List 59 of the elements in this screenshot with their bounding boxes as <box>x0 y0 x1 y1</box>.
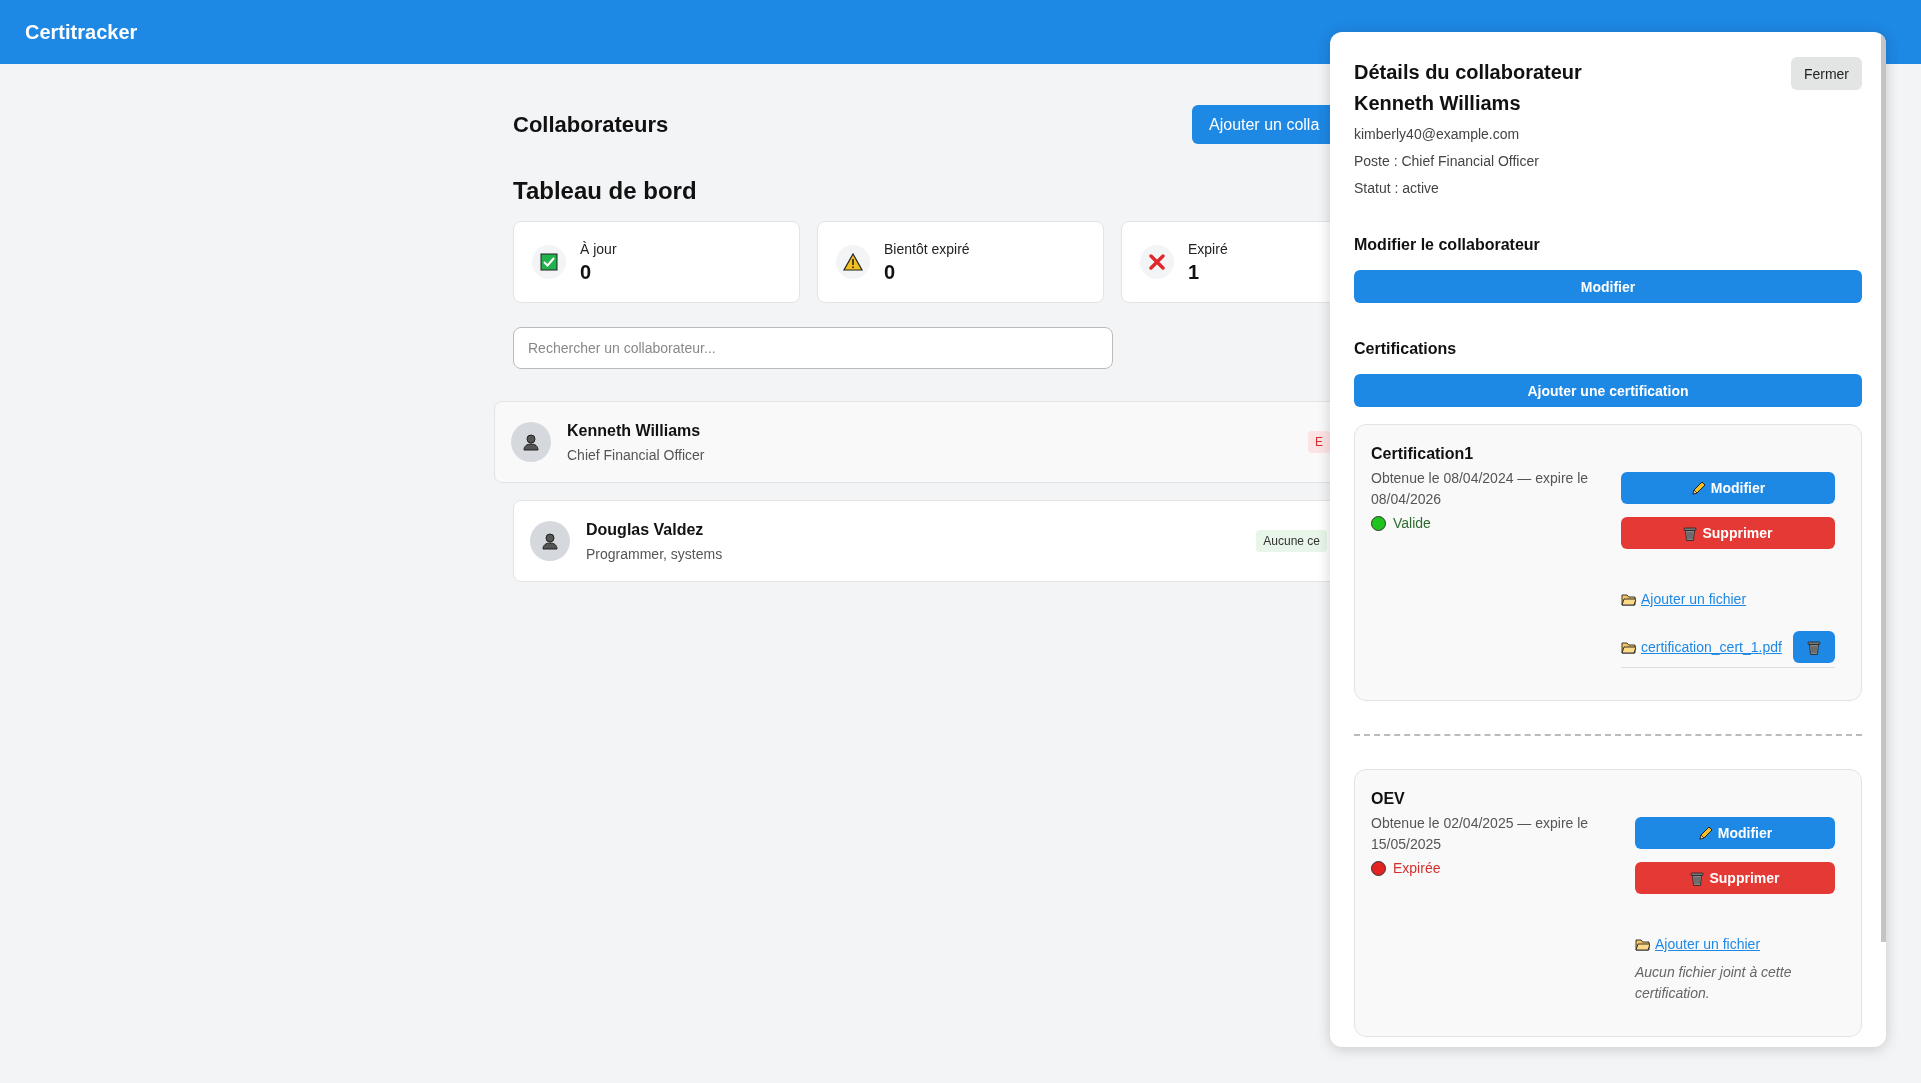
check-icon <box>540 253 558 271</box>
pencil-icon <box>1697 825 1713 841</box>
certification-name: Certification1 <box>1371 445 1475 463</box>
trash-icon <box>1690 870 1705 886</box>
person-icon <box>522 433 540 451</box>
certification-name: OEV <box>1371 790 1406 808</box>
stat-value: 0 <box>884 260 897 284</box>
collaborator-name: Kenneth Williams <box>1354 92 1522 115</box>
collaborator-name: Douglas Valdez <box>586 520 705 539</box>
certification-dates: Obtenue le 08/04/2024 — expire le 08/04/2026 <box>1371 469 1590 509</box>
add-file-link[interactable]: Ajouter un fichier <box>1635 936 1835 952</box>
add-certification-button[interactable]: Ajouter une certification <box>1354 374 1862 407</box>
folder-icon <box>1621 592 1636 606</box>
empty-files-note: Aucun fichier joint à cette certification. <box>1635 963 1793 1003</box>
person-icon <box>541 532 559 550</box>
status-label: Expirée <box>1393 860 1441 876</box>
trash-icon <box>1683 525 1698 541</box>
stat-label: Expiré <box>1188 240 1228 257</box>
delete-button[interactable]: Supprimer <box>1635 862 1835 894</box>
warning-icon <box>843 253 863 271</box>
status-badge: Aucune ce <box>1256 530 1327 552</box>
dashboard-title: Tableau de bord <box>513 177 698 205</box>
collaborator-name: Kenneth Williams <box>567 421 702 440</box>
status-dot <box>1371 515 1386 531</box>
collaborator-status: Statut : active <box>1354 180 1440 196</box>
collaborator-role: Programmer, systems <box>586 545 723 562</box>
status-label: Valide <box>1393 515 1431 531</box>
stat-value: 1 <box>1188 260 1201 284</box>
collaborator-row[interactable]: Kenneth Williams Chief Financial Officer E <box>494 401 1330 483</box>
status-dot <box>1371 860 1386 876</box>
stat-value: 0 <box>580 260 593 284</box>
close-button[interactable]: Fermer <box>1790 57 1862 90</box>
section-title: Certifications <box>1354 340 1458 358</box>
add-collaborator-button[interactable]: Ajouter un colla <box>1192 105 1330 144</box>
collaborator-row[interactable]: Douglas Valdez Programmer, systems Aucune ce <box>513 500 1330 582</box>
panel-title: Détails du collaborateur <box>1354 61 1582 84</box>
trash-icon <box>1807 639 1821 655</box>
edit-button[interactable]: Modifier <box>1635 817 1835 849</box>
folder-icon <box>1621 640 1636 654</box>
file-link[interactable]: certification_cert_1.pdf <box>1621 639 1782 655</box>
status-badge: E <box>1308 431 1330 453</box>
app-title: Certitracker <box>25 20 138 44</box>
edit-collaborator-button[interactable]: Modifier <box>1354 270 1862 303</box>
folder-icon <box>1635 937 1650 951</box>
certification-dates: Obtenue le 02/04/2025 — expire le 15/05/2025 <box>1371 814 1590 854</box>
stat-label: À jour <box>580 240 617 257</box>
delete-button[interactable]: Supprimer <box>1621 517 1835 549</box>
section-title: Modifier le collaborateur <box>1354 236 1541 254</box>
add-file-link[interactable]: Ajouter un fichier <box>1621 591 1835 607</box>
stat-label: Bientôt expiré <box>884 240 970 257</box>
cross-icon <box>1148 253 1166 271</box>
edit-button[interactable]: Modifier <box>1621 472 1835 504</box>
search-field[interactable]: Rechercher un collaborateur... <box>513 327 1113 369</box>
collaborator-position: Poste : Chief Financial Officer <box>1354 153 1540 169</box>
delete-file-button[interactable] <box>1793 631 1835 663</box>
collaborator-role: Chief Financial Officer <box>567 446 705 463</box>
collaborator-email: kimberly40@example.com <box>1354 126 1521 142</box>
page-title: Collaborateurs <box>513 111 669 138</box>
pencil-icon <box>1690 480 1706 496</box>
